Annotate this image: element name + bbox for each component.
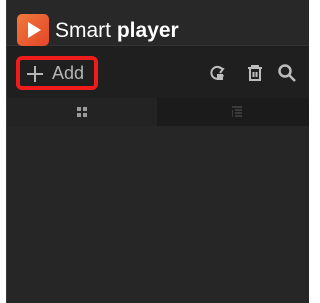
add-label: Add [52,63,85,83]
plus-icon [26,62,44,86]
toolbar: Add [7,46,309,98]
view-tabs [7,98,309,126]
media-list-area [7,126,309,303]
add-button[interactable]: Add [16,56,98,90]
list-icon [232,106,242,117]
app-title: Smart player [55,15,179,47]
play-icon [17,14,49,46]
list-view-tab[interactable] [157,98,309,126]
trash-icon[interactable] [245,63,265,83]
app-title-light: Smart [55,19,112,42]
refresh-icon[interactable] [207,63,227,83]
app-title-bold: player [116,19,179,42]
title-bar: Smart player [7,0,309,46]
grid-icon [77,107,87,117]
app-window: Smart player Add [6,0,309,303]
grid-view-tab[interactable] [7,98,157,126]
search-icon[interactable] [277,63,297,83]
